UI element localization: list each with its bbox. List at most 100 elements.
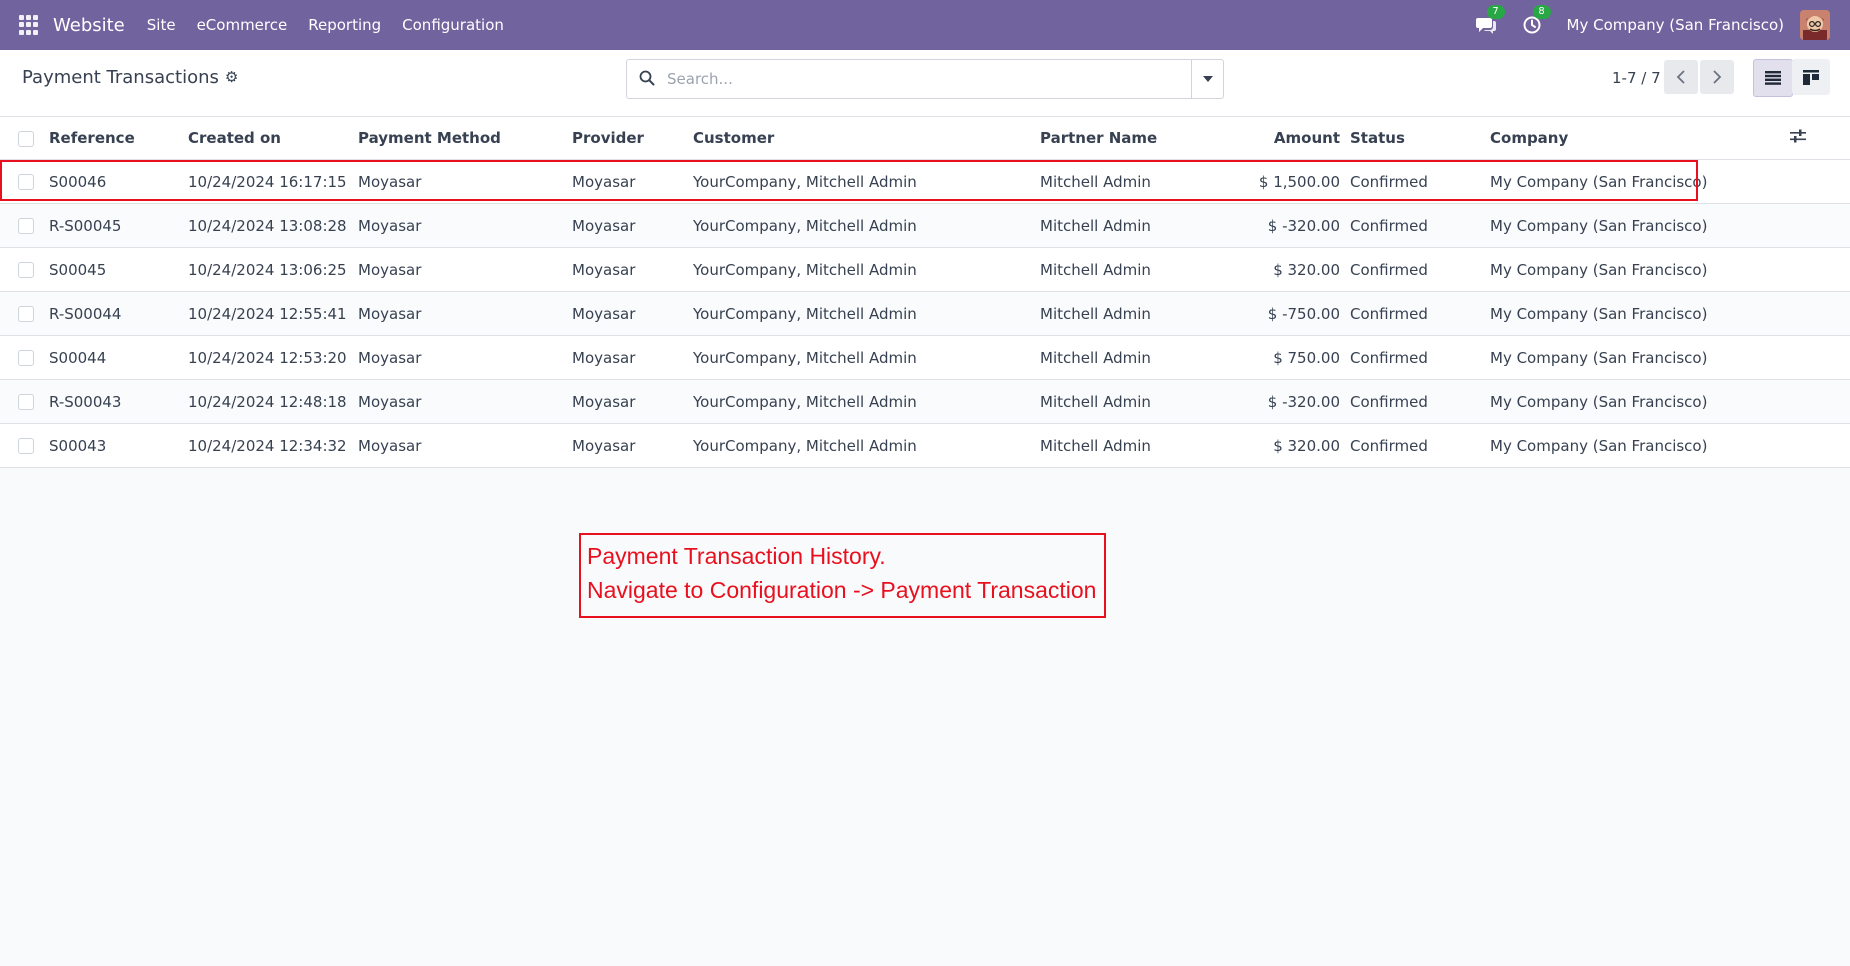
row-end-cell <box>1790 291 1850 336</box>
column-header-created-on[interactable]: Created on <box>188 117 358 160</box>
cell-amount: $ 1,500.00 <box>1225 159 1350 204</box>
column-header-provider[interactable]: Provider <box>572 117 693 160</box>
cell-created-on: 10/24/2024 12:53:20 <box>188 335 358 380</box>
row-select-cell <box>0 379 49 424</box>
chevron-right-icon <box>1713 70 1722 84</box>
column-header-partner-name[interactable]: Partner Name <box>1040 117 1225 160</box>
search-input[interactable] <box>665 66 1169 92</box>
cell-reference: S00044 <box>49 335 188 380</box>
cell-partner-name: Mitchell Admin <box>1040 203 1225 248</box>
cell-provider: Moyasar <box>572 335 693 380</box>
menu-ecommerce[interactable]: eCommerce <box>197 16 288 34</box>
column-header-company[interactable]: Company <box>1490 117 1790 160</box>
cell-status: Confirmed <box>1350 291 1490 336</box>
cell-payment-method: Moyasar <box>358 423 572 468</box>
row-checkbox[interactable] <box>18 262 34 278</box>
page-title: Payment Transactions <box>22 67 219 88</box>
caret-down-icon <box>1202 76 1213 82</box>
row-checkbox[interactable] <box>18 174 34 190</box>
column-header-amount[interactable]: Amount <box>1225 117 1350 160</box>
column-header-payment-method[interactable]: Payment Method <box>358 117 572 160</box>
row-checkbox[interactable] <box>18 394 34 410</box>
row-checkbox[interactable] <box>18 218 34 234</box>
pager-previous-button[interactable] <box>1664 60 1698 94</box>
cell-status: Confirmed <box>1350 423 1490 468</box>
row-checkbox[interactable] <box>18 306 34 322</box>
cell-company: My Company (San Francisco) <box>1490 203 1790 248</box>
cell-provider: Moyasar <box>572 291 693 336</box>
cell-payment-method: Moyasar <box>358 335 572 380</box>
cell-customer: YourCompany, Mitchell Admin <box>693 291 1040 336</box>
cell-provider: Moyasar <box>572 379 693 424</box>
cell-partner-name: Mitchell Admin <box>1040 247 1225 292</box>
row-select-cell <box>0 203 49 248</box>
select-all-checkbox[interactable] <box>18 130 34 147</box>
list-view-button[interactable] <box>1753 59 1793 97</box>
cell-amount: $ 320.00 <box>1225 423 1350 468</box>
cell-partner-name: Mitchell Admin <box>1040 379 1225 424</box>
row-select-cell <box>0 291 49 336</box>
table-row[interactable]: R-S00044 10/24/2024 12:55:41 Moyasar Moyasa… <box>0 291 1850 336</box>
app-brand[interactable]: Website <box>53 15 125 36</box>
search-options-toggle[interactable] <box>1191 60 1223 98</box>
optional-columns-toggle[interactable] <box>1790 117 1850 160</box>
user-avatar[interactable] <box>1800 10 1830 40</box>
company-switcher[interactable]: My Company (San Francisco) <box>1567 16 1784 34</box>
cell-partner-name: Mitchell Admin <box>1040 423 1225 468</box>
sliders-icon <box>1790 129 1806 143</box>
table-header-row: Reference Created on Payment Method Prov… <box>0 117 1850 160</box>
list-icon <box>1765 71 1781 85</box>
row-select-cell <box>0 159 49 204</box>
cell-status: Confirmed <box>1350 379 1490 424</box>
table-row[interactable]: S00043 10/24/2024 12:34:32 Moyasar Moyasar Y… <box>0 423 1850 468</box>
cell-company: My Company (San Francisco) <box>1490 159 1790 204</box>
gear-icon[interactable]: ⚙ <box>225 68 238 86</box>
kanban-view-button[interactable] <box>1792 59 1830 95</box>
annotation-line-2: Navigate to Configuration -> Payment Tra… <box>587 577 1097 603</box>
column-header-customer[interactable]: Customer <box>693 117 1040 160</box>
activities-button[interactable]: 8 <box>1521 5 1551 36</box>
cell-amount: $ -320.00 <box>1225 379 1350 424</box>
cell-created-on: 10/24/2024 12:34:32 <box>188 423 358 468</box>
row-checkbox[interactable] <box>18 438 34 454</box>
table-row[interactable]: R-S00043 10/24/2024 12:48:18 Moyasar Moyasa… <box>0 379 1850 424</box>
search-bar[interactable] <box>626 59 1224 99</box>
menu-site[interactable]: Site <box>147 16 176 34</box>
column-header-reference[interactable]: Reference <box>49 117 188 160</box>
pager-next-button[interactable] <box>1700 60 1734 94</box>
cell-company: My Company (San Francisco) <box>1490 291 1790 336</box>
row-select-cell <box>0 335 49 380</box>
cell-created-on: 10/24/2024 13:06:25 <box>188 247 358 292</box>
table-row[interactable]: S00044 10/24/2024 12:53:20 Moyasar Moyasar Y… <box>0 335 1850 380</box>
column-header-status[interactable]: Status <box>1350 117 1490 160</box>
table-row[interactable]: R-S00045 10/24/2024 13:08:28 Moyasar Moyasa… <box>0 203 1850 248</box>
cell-amount: $ -320.00 <box>1225 203 1350 248</box>
kanban-icon <box>1803 69 1819 85</box>
row-checkbox[interactable] <box>18 350 34 366</box>
messages-button[interactable]: 7 <box>1475 5 1505 36</box>
avatar-image <box>1800 10 1830 40</box>
cell-partner-name: Mitchell Admin <box>1040 335 1225 380</box>
cell-customer: YourCompany, Mitchell Admin <box>693 335 1040 380</box>
cell-provider: Moyasar <box>572 159 693 204</box>
breadcrumb: Payment Transactions ⚙ <box>22 67 238 88</box>
app-grid-icon[interactable] <box>19 15 39 35</box>
cell-company: My Company (San Francisco) <box>1490 335 1790 380</box>
row-end-cell <box>1790 335 1850 380</box>
activities-count-badge: 8 <box>1532 5 1551 19</box>
cell-payment-method: Moyasar <box>358 159 572 204</box>
menu-configuration[interactable]: Configuration <box>402 16 504 34</box>
cell-payment-method: Moyasar <box>358 247 572 292</box>
navbar-systray: 7 8 My Company (San Francisco) <box>1475 0 1830 50</box>
cell-provider: Moyasar <box>572 203 693 248</box>
cell-customer: YourCompany, Mitchell Admin <box>693 423 1040 468</box>
table-row[interactable]: S00045 10/24/2024 13:06:25 Moyasar Moyasar Y… <box>0 247 1850 292</box>
row-end-cell <box>1790 247 1850 292</box>
cell-status: Confirmed <box>1350 335 1490 380</box>
row-end-cell <box>1790 203 1850 248</box>
cell-reference: S00045 <box>49 247 188 292</box>
table-row[interactable]: S00046 10/24/2024 16:17:15 Moyasar Moyasar Y… <box>0 159 1850 204</box>
menu-reporting[interactable]: Reporting <box>308 16 381 34</box>
pager-value[interactable]: 1-7 / 7 <box>1612 69 1661 87</box>
transactions-table: Reference Created on Payment Method Prov… <box>0 117 1850 468</box>
